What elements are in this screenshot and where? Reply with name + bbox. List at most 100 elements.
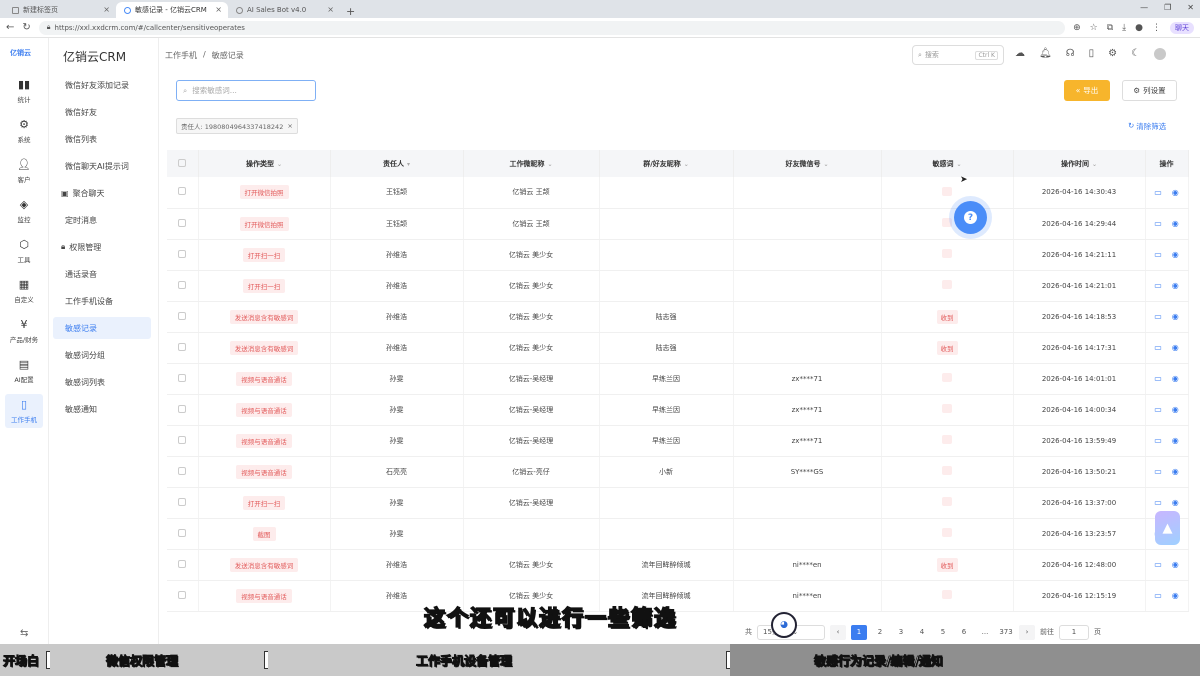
row-checkbox[interactable] [178, 249, 187, 258]
message-icon[interactable]: ▭ [1154, 436, 1162, 445]
col-work-wechat-name[interactable]: 工作微昵称 ⌄ [463, 150, 600, 177]
menu-item-wechat-list[interactable]: 微信列表 [53, 128, 151, 150]
new-tab-button[interactable]: + [340, 5, 361, 18]
sidebar-monitor[interactable]: ◈ 监控 [5, 194, 43, 228]
browser-tab-new[interactable]: 新建标签页 × [4, 2, 116, 18]
eye-icon[interactable]: ◉ [1172, 467, 1179, 476]
message-icon[interactable]: ▭ [1154, 281, 1162, 290]
headset-icon[interactable]: ☊ [1066, 48, 1075, 60]
moon-icon[interactable]: ☾ [1131, 48, 1140, 60]
row-checkbox[interactable] [178, 497, 187, 506]
ai-assistant-button[interactable]: ▲ [1155, 511, 1180, 545]
row-checkbox[interactable] [178, 280, 187, 289]
eye-icon[interactable]: ◉ [1172, 405, 1179, 414]
menu-item-sensitive-records[interactable]: 敏感记录 [53, 317, 151, 339]
menu-item-wechat-friends[interactable]: 微信好友 [53, 101, 151, 123]
sidebar-tools[interactable]: ⬡ 工具 [5, 234, 43, 268]
eye-icon[interactable]: ◉ [1172, 281, 1179, 290]
message-icon[interactable]: ▭ [1154, 467, 1162, 476]
menu-item-keyword-list[interactable]: 敏感词列表 [53, 371, 151, 393]
row-select-cell[interactable] [167, 425, 199, 457]
close-icon[interactable]: × [103, 5, 110, 14]
mobile-icon[interactable]: ▯ [1089, 48, 1095, 60]
eye-icon[interactable]: ◉ [1172, 219, 1179, 228]
col-owner[interactable]: 责任人 ▾ [330, 150, 464, 177]
col-group-friend-name[interactable]: 群/好友昵称 ⌄ [599, 150, 734, 177]
menu-dots-icon[interactable]: ⋮ [1152, 23, 1161, 33]
row-select-cell[interactable] [167, 332, 199, 364]
help-button[interactable]: ? [954, 201, 987, 234]
export-button[interactable]: « 导出 [1064, 80, 1110, 101]
eye-icon[interactable]: ◉ [1172, 498, 1179, 507]
row-select-cell[interactable] [167, 394, 199, 426]
page-3[interactable]: 3 [893, 625, 909, 640]
chevron-down-icon[interactable]: ⌄ [547, 161, 552, 168]
row-checkbox[interactable] [178, 435, 187, 444]
prev-page-button[interactable]: ‹ [830, 624, 846, 640]
row-select-cell[interactable] [167, 487, 199, 519]
row-checkbox[interactable] [178, 342, 187, 351]
download-icon[interactable]: ⤓ [1122, 23, 1126, 33]
message-icon[interactable]: ▭ [1154, 591, 1162, 600]
keyword-search-input[interactable]: ⌕ 搜索敏感词... [176, 80, 316, 101]
page-last[interactable]: 373 [998, 625, 1014, 640]
page-1[interactable]: 1 [851, 624, 867, 640]
url-field[interactable]: 🔒︎ https://xxl.xxdcrm.com/#/callcenter/s… [38, 20, 1066, 35]
chevron-down-icon[interactable]: ⌄ [684, 161, 689, 168]
cloud-upload-icon[interactable]: ☁ [1015, 48, 1025, 60]
chevron-down-icon[interactable]: ⌄ [956, 161, 961, 168]
menu-item-ai-prompts[interactable]: 微信聊天AI提示词 [53, 155, 151, 177]
filter-dropdown-icon[interactable]: ▾ [407, 161, 410, 168]
zoom-icon[interactable]: ⊕ [1073, 23, 1081, 33]
column-settings-button[interactable]: ⚙ 列设置 [1122, 80, 1177, 101]
page-6[interactable]: 6 [956, 625, 972, 640]
page-ellipsis[interactable]: ... [977, 625, 993, 640]
eye-icon[interactable]: ◉ [1172, 374, 1179, 383]
menu-item-call-recordings[interactable]: 通话录音 [53, 263, 151, 285]
clear-filter-link[interactable]: ↻ 清除筛选 [1128, 121, 1166, 132]
reload-icon[interactable]: ↻ [22, 22, 30, 33]
row-checkbox[interactable] [178, 311, 187, 320]
eye-icon[interactable]: ◉ [1172, 343, 1179, 352]
menu-item-keyword-groups[interactable]: 敏感词分组 [53, 344, 151, 366]
menu-group-aggregate-chat[interactable]: ▣ 聚合聊天 [53, 182, 151, 204]
eye-icon[interactable]: ◉ [1172, 250, 1179, 259]
eye-icon[interactable]: ◉ [1172, 188, 1179, 197]
message-icon[interactable]: ▭ [1154, 343, 1162, 352]
collapse-sidebar-icon[interactable]: ⇆ [20, 628, 28, 639]
row-checkbox[interactable] [178, 218, 187, 227]
page-4[interactable]: 4 [914, 625, 930, 640]
maximize-icon[interactable]: ❐ [1164, 3, 1171, 12]
eye-icon[interactable]: ◉ [1172, 436, 1179, 445]
extensions-icon[interactable]: ⧉ [1107, 23, 1113, 33]
avatar[interactable] [1154, 48, 1167, 60]
row-select-cell[interactable] [167, 518, 199, 550]
page-5[interactable]: 5 [935, 625, 951, 640]
menu-item-scheduled-messages[interactable]: 定时消息 [53, 209, 151, 231]
sidebar-product-finance[interactable]: ¥ 产品/财务 [5, 314, 43, 348]
row-select-cell[interactable] [167, 239, 199, 271]
sidebar-custom[interactable]: ▦ 自定义 [5, 274, 43, 308]
message-icon[interactable]: ▭ [1154, 250, 1162, 259]
row-select-cell[interactable] [167, 270, 199, 302]
browser-tab-ai-bot[interactable]: AI Sales Bot v4.0 × [228, 2, 340, 18]
menu-item-friend-add-records[interactable]: 微信好友添加记录 [53, 74, 151, 96]
row-select-cell[interactable] [167, 363, 199, 395]
chat-badge[interactable]: 聊天 [1170, 21, 1194, 34]
row-select-cell[interactable] [167, 580, 199, 612]
sidebar-customer[interactable]: 👤︎ 客户 [5, 154, 43, 188]
message-icon[interactable]: ▭ [1154, 219, 1162, 228]
next-page-button[interactable]: › [1019, 624, 1035, 640]
menu-item-sensitive-notify[interactable]: 敏感通知 [53, 398, 151, 420]
sidebar-stats[interactable]: ▮▮ 统计 [5, 74, 43, 108]
select-all-cell[interactable] [167, 150, 199, 177]
row-select-cell[interactable] [167, 208, 199, 240]
menu-group-permissions[interactable]: 🔒︎ 权限管理 [53, 236, 151, 258]
message-icon[interactable]: ▭ [1154, 312, 1162, 321]
close-icon[interactable]: × [215, 5, 222, 14]
sidebar-work-phone[interactable]: ▯ 工作手机 [5, 394, 43, 428]
row-select-cell[interactable] [167, 301, 199, 333]
row-checkbox[interactable] [178, 559, 187, 568]
row-checkbox[interactable] [178, 590, 187, 599]
row-checkbox[interactable] [178, 373, 187, 382]
